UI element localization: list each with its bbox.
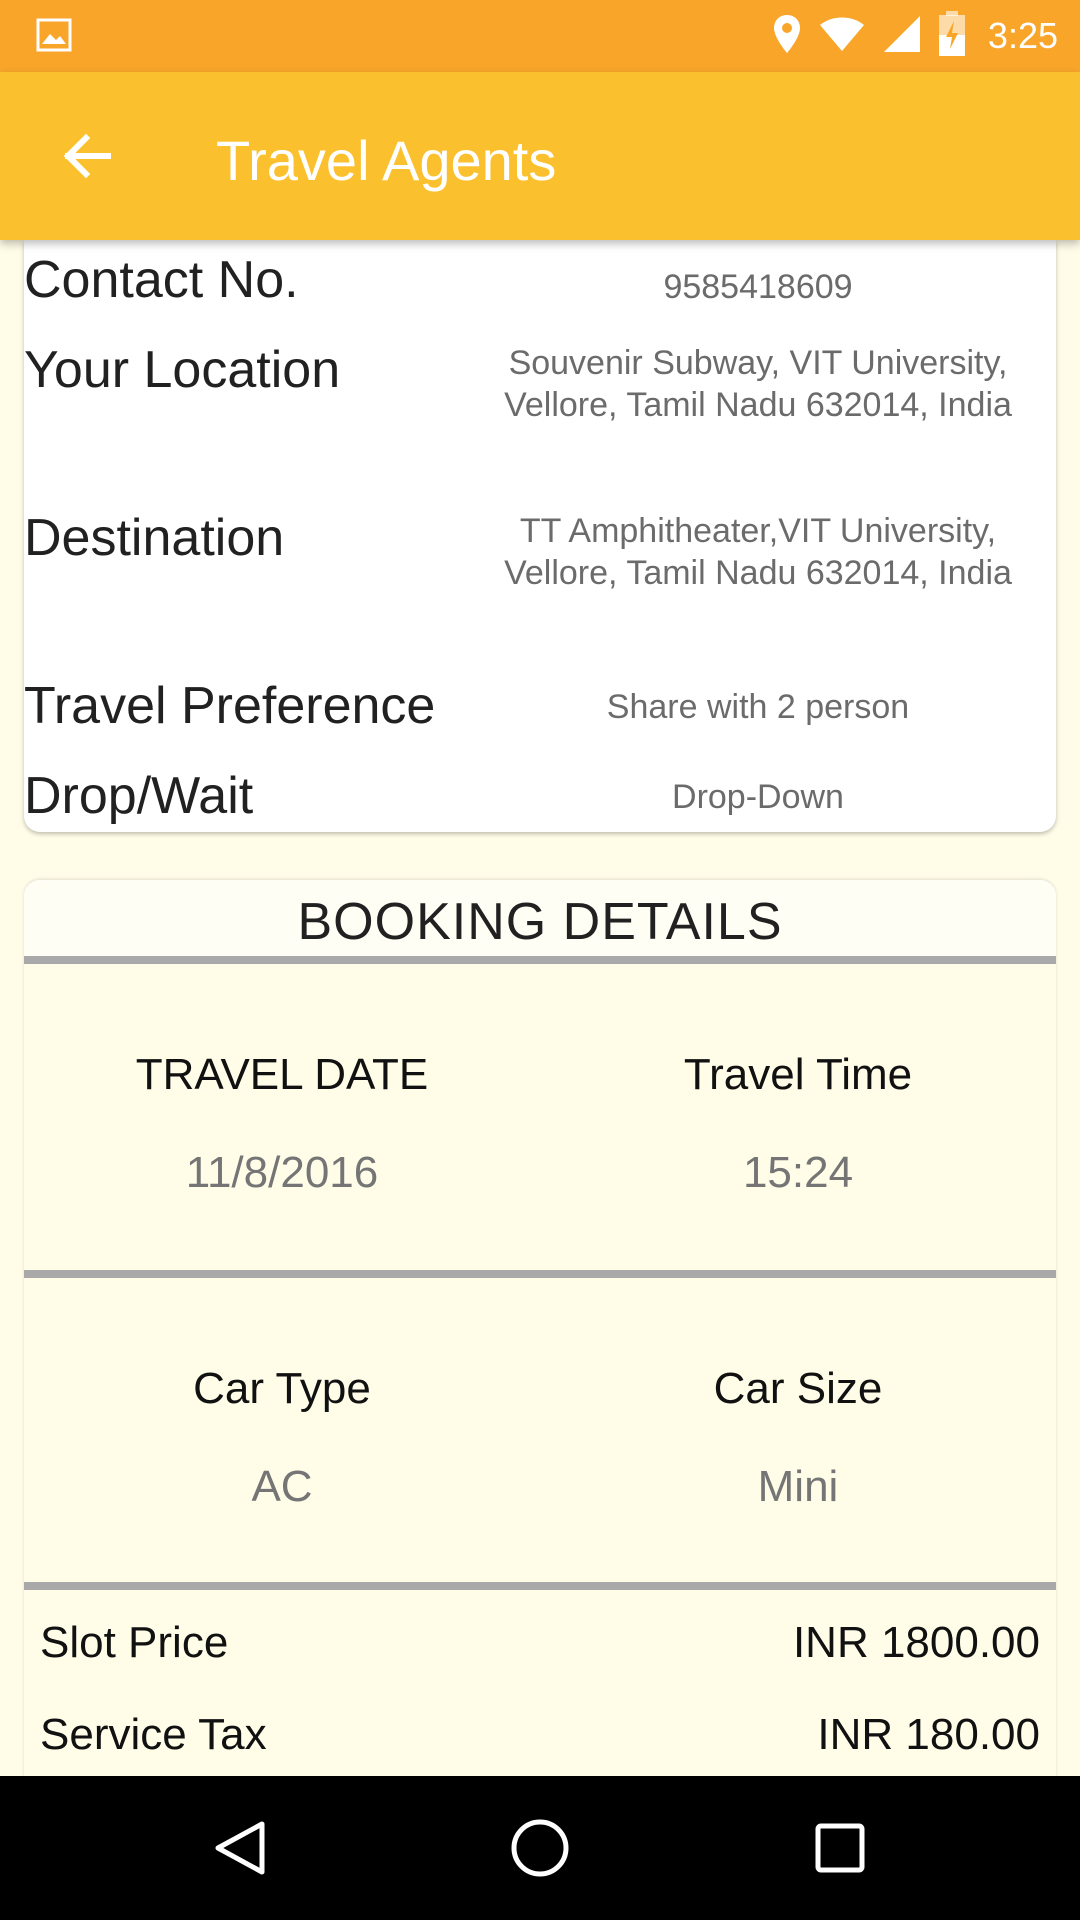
- gallery-icon: [36, 18, 72, 57]
- clock: 3:25: [987, 15, 1058, 56]
- car-size-value: Mini: [757, 1462, 839, 1511]
- travel-time-cell: Travel Time 15:24: [540, 1050, 1056, 1198]
- detail-value: TT Amphitheater,VIT University, Vellore,…: [504, 512, 1012, 592]
- detail-label: Destination: [24, 509, 285, 567]
- status-bar: 3:25: [0, 0, 1080, 72]
- detail-label: Drop/Wait: [24, 767, 254, 825]
- trip-details-card: Contact No. 9585418609 Your Location Sou…: [24, 240, 1056, 832]
- detail-label: Your Location: [24, 341, 341, 399]
- car-type-cell: Car Type AC: [24, 1364, 540, 1512]
- service-tax-label: Service Tax: [40, 1710, 267, 1759]
- car-type-label: Car Type: [193, 1364, 371, 1413]
- divider: [24, 1270, 1056, 1278]
- travel-date-cell: TRAVEL DATE 11/8/2016: [24, 1050, 540, 1198]
- slot-price-label: Slot Price: [40, 1618, 229, 1667]
- detail-label: Contact No.: [24, 251, 299, 309]
- service-tax-value: INR 180.00: [817, 1710, 1040, 1759]
- slot-price-value: INR 1800.00: [792, 1618, 1040, 1667]
- car-type-value: AC: [251, 1462, 313, 1511]
- divider: [24, 956, 1056, 964]
- detail-value: Share with 2 person: [606, 688, 910, 726]
- nav-back-icon[interactable]: [208, 1816, 272, 1880]
- travel-date-label: TRAVEL DATE: [135, 1050, 429, 1099]
- signal-icon: [882, 14, 922, 59]
- nav-home-icon[interactable]: [508, 1816, 572, 1880]
- back-arrow-icon[interactable]: [56, 124, 120, 188]
- battery-charging-icon: [938, 10, 966, 62]
- app-bar: Travel Agents: [0, 72, 1080, 240]
- nav-recents-icon[interactable]: [808, 1816, 872, 1880]
- travel-time-value: 15:24: [742, 1148, 854, 1197]
- travel-time-label: Travel Time: [683, 1050, 913, 1099]
- page-title: Travel Agents: [216, 129, 557, 192]
- travel-date-value: 11/8/2016: [185, 1148, 379, 1197]
- car-size-label: Car Size: [713, 1364, 883, 1413]
- booking-details-card: BOOKING DETAILS TRAVEL DATE 11/8/2016 Tr…: [24, 880, 1056, 1920]
- booking-details-title: BOOKING DETAILS: [297, 893, 783, 951]
- detail-value: 9585418609: [663, 268, 853, 306]
- location-icon: [772, 13, 802, 60]
- navigation-bar: [0, 1776, 1080, 1920]
- detail-label: Travel Preference: [24, 677, 436, 735]
- car-size-cell: Car Size Mini: [540, 1364, 1056, 1512]
- detail-value: Souvenir Subway, VIT University, Vellore…: [504, 344, 1012, 424]
- detail-value: Drop-Down: [672, 778, 844, 816]
- divider: [24, 1582, 1056, 1590]
- wifi-icon: [818, 15, 866, 58]
